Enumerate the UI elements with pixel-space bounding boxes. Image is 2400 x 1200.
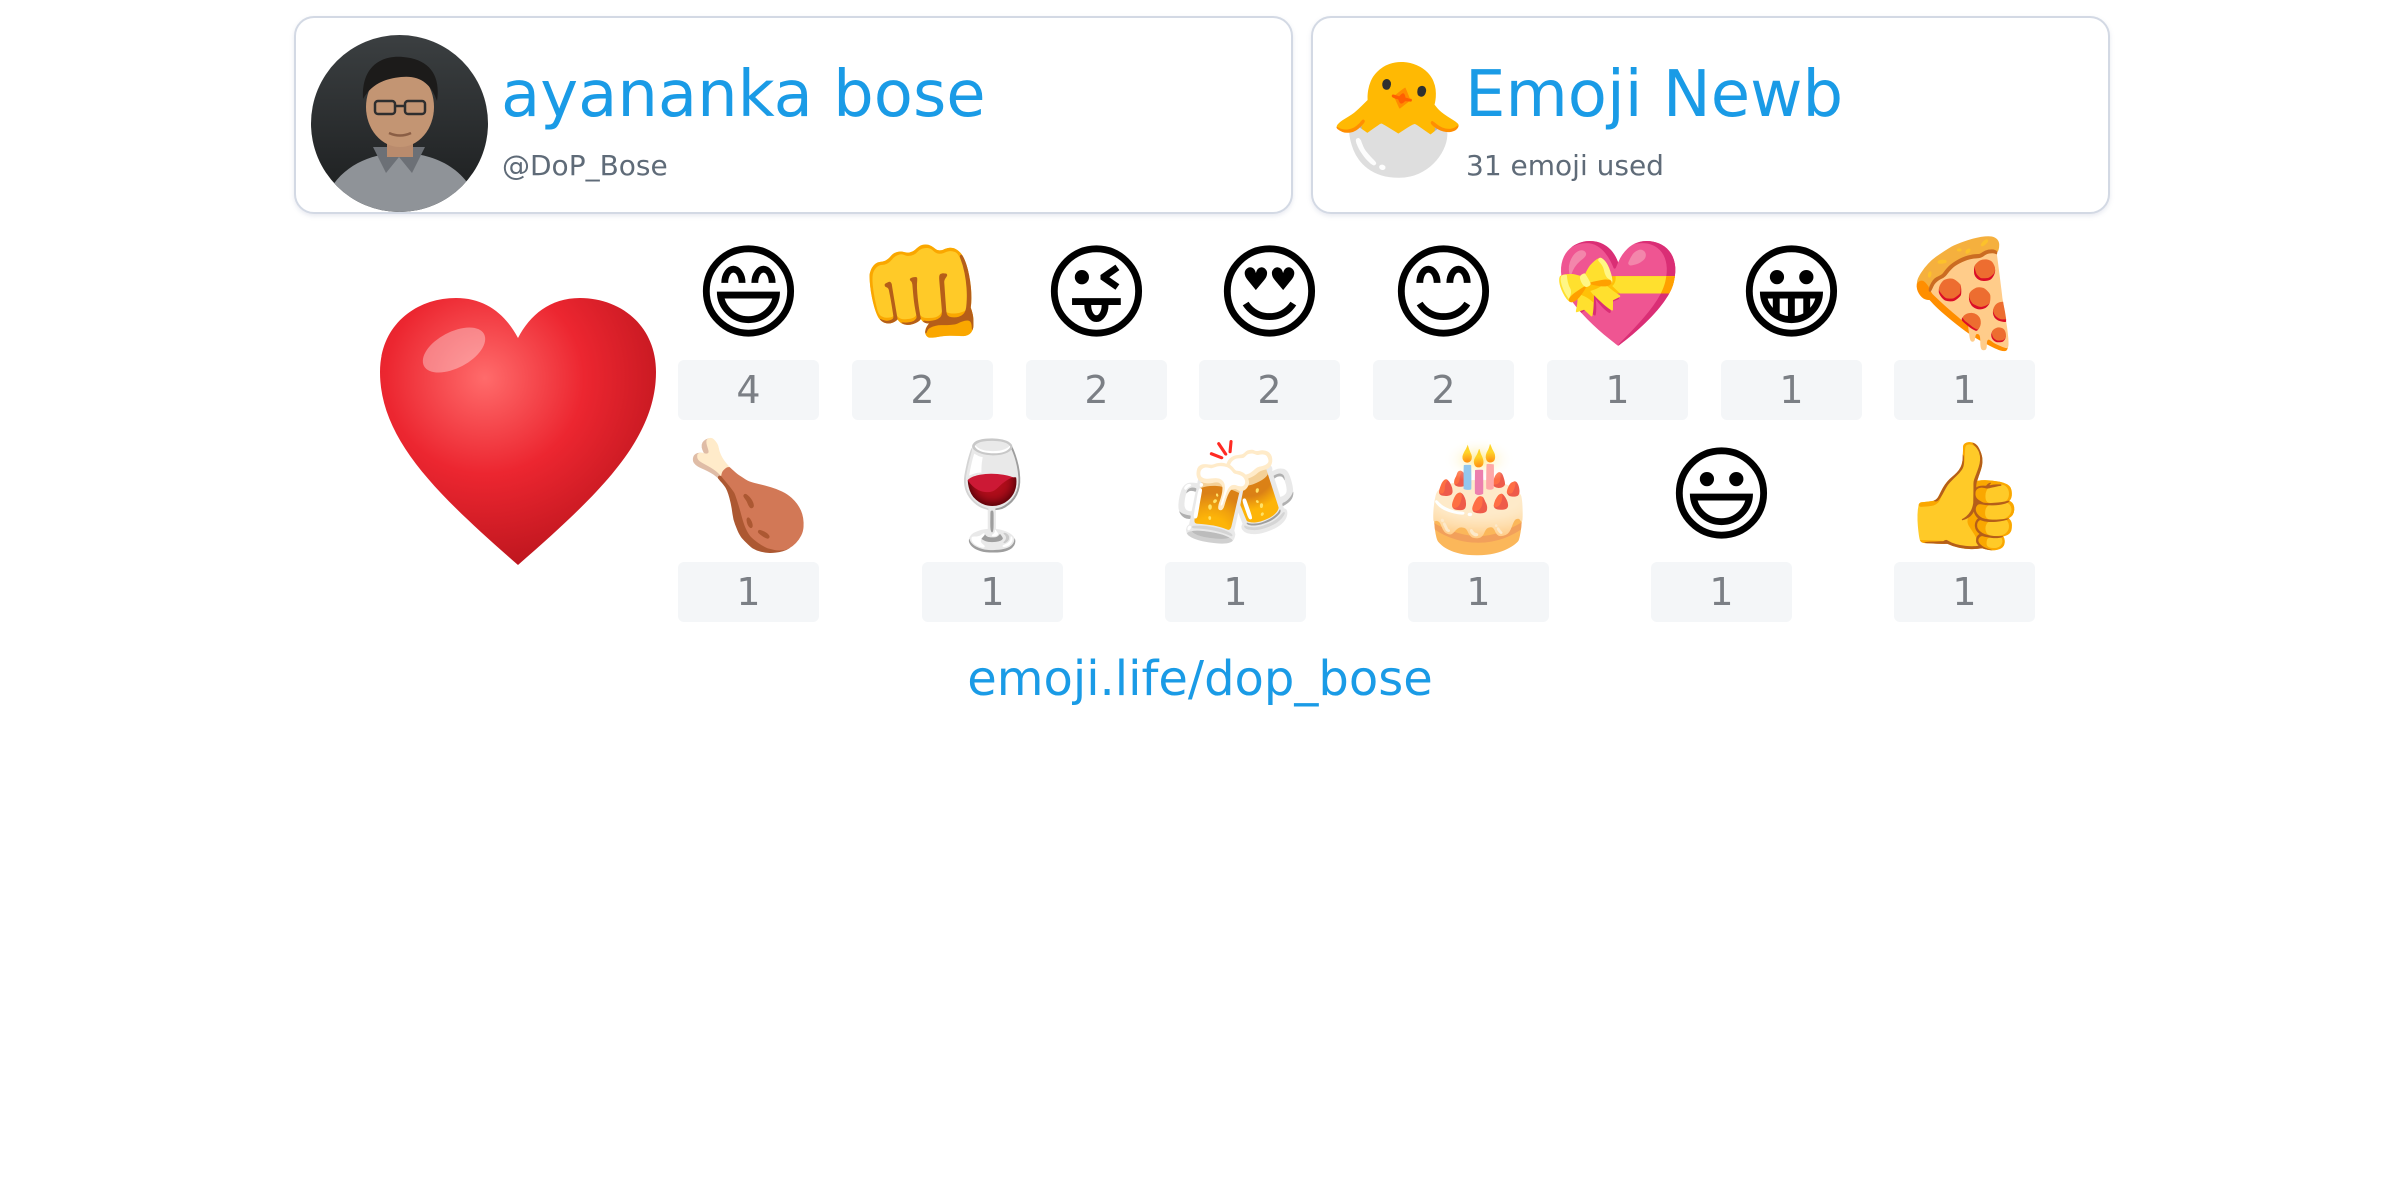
emoji-cell[interactable]: 😄 4: [678, 228, 819, 420]
thumbs-up-icon: 👍: [1899, 434, 2030, 556]
smiley-face-icon: 😃: [1667, 434, 1776, 556]
emoji-cell[interactable]: 👍 1: [1894, 430, 2035, 622]
grinning-smiling-eyes-icon: 😄: [694, 232, 803, 354]
emoji-count: 1: [1894, 562, 2035, 622]
profile-link[interactable]: emoji.life/dop_bose: [0, 644, 2400, 714]
wine-glass-icon: 🍷: [927, 434, 1058, 556]
emoji-count: 1: [1165, 562, 1306, 622]
emoji-row-1: 😄 4 👊 2 😜 2 😍 2 😊 2 💝 1 😀 1 🍕 1: [678, 228, 2035, 420]
clinking-beers-icon: 🍻: [1170, 434, 1301, 556]
emoji-profile-page: ayananka bose @DoP_Bose 🐣 Emoji Newb 31 …: [0, 0, 2400, 1200]
emoji-cell[interactable]: 🍷 1: [922, 430, 1063, 622]
pizza-icon: 🍕: [1899, 232, 2030, 354]
emoji-cell[interactable]: 🎂 1: [1408, 430, 1549, 622]
emoji-cell[interactable]: 👊 2: [852, 228, 993, 420]
emoji-count: 1: [922, 562, 1063, 622]
emoji-count: 4: [678, 360, 819, 420]
top-emoji-heart-icon: [368, 280, 668, 580]
emoji-cell[interactable]: 😍 2: [1199, 228, 1340, 420]
emoji-cell[interactable]: 🍗 1: [678, 430, 819, 622]
smiling-blush-icon: 😊: [1389, 232, 1498, 354]
poultry-leg-icon: 🍗: [683, 434, 814, 556]
fist-bump-icon: 👊: [857, 232, 988, 354]
emoji-count: 1: [1651, 562, 1792, 622]
winking-tongue-icon: 😜: [1042, 232, 1151, 354]
user-profile-card: ayananka bose @DoP_Bose: [294, 16, 1293, 214]
emoji-count: 2: [1199, 360, 1340, 420]
emoji-count: 1: [1547, 360, 1688, 420]
emoji-count: 2: [852, 360, 993, 420]
user-handle: @DoP_Bose: [502, 149, 668, 182]
emoji-count: 1: [678, 562, 819, 622]
emoji-count: 2: [1373, 360, 1514, 420]
emoji-used-count: 31 emoji used: [1466, 149, 1664, 182]
emoji-cell[interactable]: 🍻 1: [1165, 430, 1306, 622]
rank-card: 🐣 Emoji Newb 31 emoji used: [1311, 16, 2110, 214]
emoji-row-2: 🍗 1 🍷 1 🍻 1 🎂 1 😃 1 👍 1: [678, 430, 2035, 622]
emoji-count: 1: [1894, 360, 2035, 420]
emoji-count: 1: [1408, 562, 1549, 622]
heart-ribbon-icon: 💝: [1552, 232, 1683, 354]
rank-title: Emoji Newb: [1465, 58, 1844, 132]
user-display-name: ayananka bose: [501, 58, 986, 132]
heart-eyes-icon: 😍: [1215, 232, 1324, 354]
emoji-cell[interactable]: 😊 2: [1373, 228, 1514, 420]
emoji-count: 2: [1026, 360, 1167, 420]
avatar: [311, 35, 488, 212]
hatching-chick-icon: 🐣: [1328, 53, 1468, 183]
emoji-cell[interactable]: 😜 2: [1026, 228, 1167, 420]
emoji-cell[interactable]: 😀 1: [1721, 228, 1862, 420]
emoji-cell[interactable]: 💝 1: [1547, 228, 1688, 420]
birthday-cake-icon: 🎂: [1413, 434, 1544, 556]
grinning-face-icon: 😀: [1737, 232, 1846, 354]
emoji-cell[interactable]: 😃 1: [1651, 430, 1792, 622]
emoji-count: 1: [1721, 360, 1862, 420]
emoji-cell[interactable]: 🍕 1: [1894, 228, 2035, 420]
